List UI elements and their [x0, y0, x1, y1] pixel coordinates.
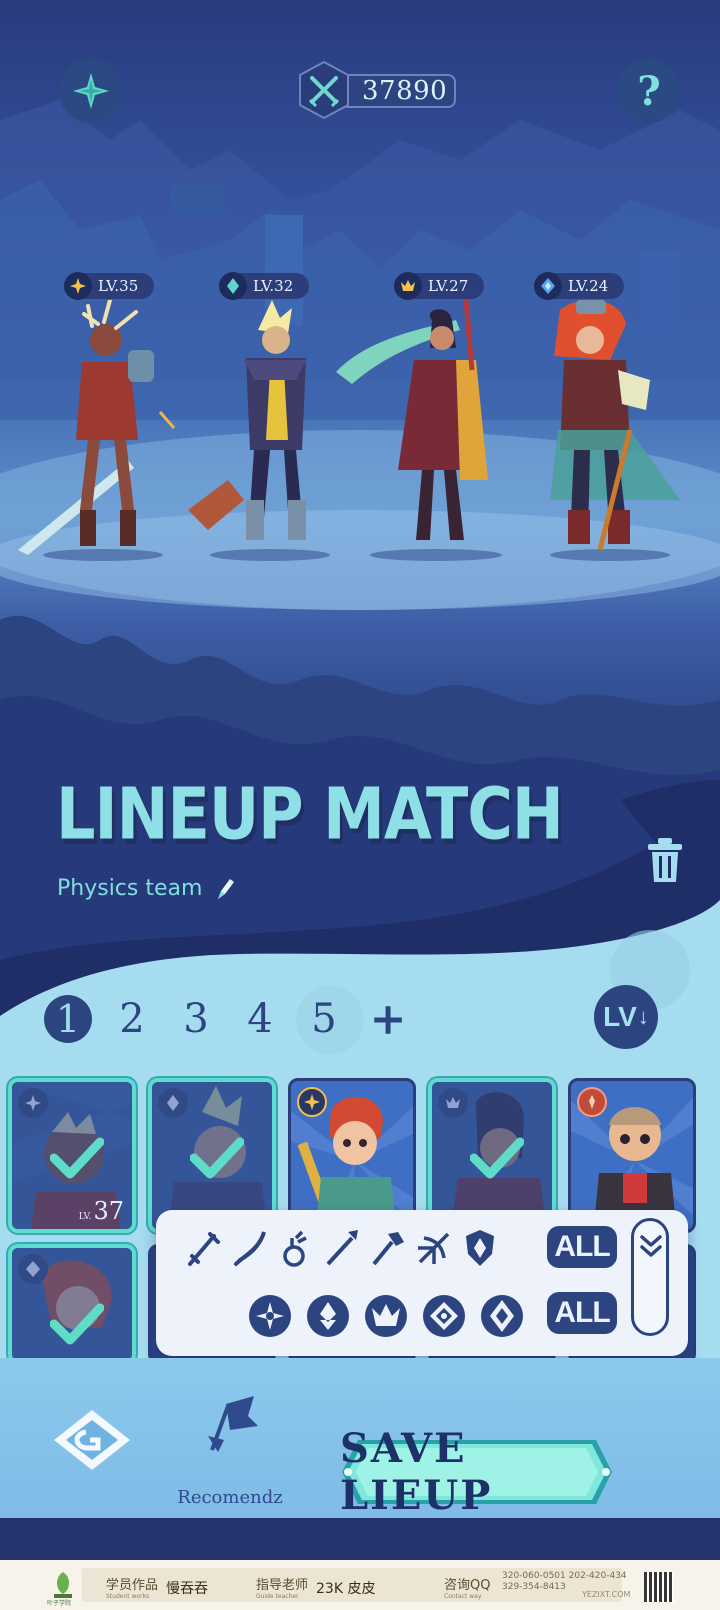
- card-level: LV.37: [79, 1197, 124, 1225]
- contact-label-en: Contact way: [444, 1593, 482, 1600]
- leaf-logo-icon: [54, 1572, 72, 1598]
- tab-lineup-3[interactable]: 3: [164, 992, 228, 1046]
- qq-numbers-2: 329-354-8413: [502, 1582, 566, 1592]
- hero-level-text: LV.27: [428, 277, 469, 295]
- hero-level-badge: LV.32: [219, 272, 310, 300]
- drop-element-icon: [158, 1088, 188, 1118]
- help-icon: ?: [637, 67, 661, 115]
- check-icon: [50, 1303, 104, 1345]
- sword-icon[interactable]: [184, 1228, 224, 1268]
- gem-element-icon: [534, 272, 562, 300]
- power-value: 37890: [362, 76, 448, 106]
- card-level-prefix: LV.: [78, 1212, 92, 1222]
- hero-card[interactable]: LV.37: [8, 1078, 136, 1233]
- save-button-label: SAVE LIEUP: [340, 1425, 493, 1519]
- check-icon: [50, 1137, 104, 1179]
- shield-icon[interactable]: [460, 1228, 500, 1268]
- save-lineup-button[interactable]: SAVE LIEUP: [340, 1425, 614, 1519]
- hero-level-text: LV.32: [253, 277, 294, 295]
- sort-label: LV: [603, 1001, 637, 1032]
- add-lineup-button[interactable]: +: [356, 992, 420, 1046]
- lineup-screen: ? 37890 LV.35 LV.32 LV.27 LV.24 LINEUP M…: [0, 0, 720, 1610]
- crossbow-icon[interactable]: [414, 1228, 454, 1268]
- hero-figure[interactable]: [188, 300, 348, 565]
- combat-power-display: 37890: [296, 60, 458, 120]
- teacher-label-en: Guide teacher: [256, 1593, 299, 1600]
- star-element-icon: [297, 1087, 327, 1117]
- check-icon: [470, 1137, 524, 1179]
- brand-name: 叶子学院: [47, 1600, 72, 1607]
- hero-card[interactable]: [8, 1244, 136, 1364]
- watermark-footer: 叶子学院 学员作品 Student works 慢吞吞 指导老师 Guide tea…: [0, 1560, 720, 1610]
- crown-element-icon: [394, 272, 422, 300]
- student-label-cn: 学员作品: [106, 1578, 159, 1593]
- sort-by-level-button[interactable]: LV ↓: [594, 985, 658, 1049]
- hero-level-badge: LV.24: [534, 272, 625, 300]
- collapse-filter-button[interactable]: [631, 1218, 669, 1336]
- student-label-en: Student works: [106, 1593, 150, 1600]
- star-element-filter-icon[interactable]: [248, 1294, 292, 1338]
- drop-element-filter-icon[interactable]: [306, 1294, 350, 1338]
- contact-label: 咨询QQ Contact way: [444, 1574, 490, 1600]
- fire-element-icon: [577, 1087, 607, 1117]
- star-element-icon: [18, 1088, 48, 1118]
- recommend-flag-icon[interactable]: [204, 1396, 260, 1452]
- game-logo-icon[interactable]: [52, 1408, 132, 1472]
- recommend-label[interactable]: Recomendz: [170, 1487, 290, 1508]
- spear-icon[interactable]: [322, 1228, 362, 1268]
- gem-element-icon: [18, 1254, 48, 1284]
- teacher-label: 指导老师 Guide teacher: [256, 1574, 308, 1600]
- hero-filter-panel: ALL ALL: [156, 1210, 688, 1356]
- delete-lineup-button[interactable]: [646, 838, 684, 882]
- double-chevron-down-icon: [640, 1235, 662, 1257]
- hero-figure[interactable]: [18, 300, 178, 565]
- qr-code: [644, 1572, 674, 1602]
- element-filter-all-button[interactable]: ALL: [547, 1292, 617, 1334]
- potion-icon[interactable]: [276, 1228, 316, 1268]
- star-icon: [73, 73, 109, 109]
- qq-numbers: 320-060-0501 202-420-434: [502, 1571, 627, 1581]
- crossed-swords-icon: [299, 60, 349, 120]
- hero-level-text: LV.35: [98, 277, 139, 295]
- tab-lineup-5[interactable]: 5: [292, 992, 356, 1046]
- scimitar-icon[interactable]: [230, 1228, 270, 1268]
- card-level-value: 37: [93, 1197, 124, 1225]
- hero-level-badge: LV.27: [394, 272, 485, 300]
- help-button[interactable]: ?: [617, 59, 681, 123]
- student-name: 慢吞吞: [166, 1581, 208, 1597]
- tab-lineup-2[interactable]: 2: [100, 992, 164, 1046]
- student-label: 学员作品 Student works: [106, 1574, 158, 1600]
- element-menu-button[interactable]: [59, 59, 123, 123]
- lineup-page-tabs: 1 2 3 4 5 +: [36, 992, 420, 1046]
- gem-element-filter-icon[interactable]: [422, 1294, 466, 1338]
- site-url: YEZIXT.COM: [582, 1590, 631, 1599]
- hero-figure[interactable]: [530, 300, 700, 565]
- drop-element-icon: [219, 272, 247, 300]
- crown-element-filter-icon[interactable]: [364, 1294, 408, 1338]
- diamond-element-filter-icon[interactable]: [480, 1294, 524, 1338]
- tab-label: 1: [44, 995, 92, 1043]
- hero-level-text: LV.24: [568, 277, 609, 295]
- teacher-label-cn: 指导老师: [256, 1578, 309, 1593]
- tab-lineup-1[interactable]: 1: [36, 992, 100, 1046]
- tab-lineup-4[interactable]: 4: [228, 992, 292, 1046]
- hammer-icon[interactable]: [368, 1228, 408, 1268]
- crown-element-icon: [438, 1088, 468, 1118]
- hero-figure[interactable]: [336, 300, 516, 565]
- teacher-name: 23K 皮皮: [316, 1581, 376, 1597]
- check-icon: [190, 1137, 244, 1179]
- sort-arrow-icon: ↓: [637, 1004, 649, 1029]
- hero-level-badge: LV.35: [64, 272, 155, 300]
- weapon-filter-all-button[interactable]: ALL: [547, 1226, 617, 1268]
- star-element-icon: [64, 272, 92, 300]
- contact-label-cn: 咨询QQ: [444, 1578, 491, 1593]
